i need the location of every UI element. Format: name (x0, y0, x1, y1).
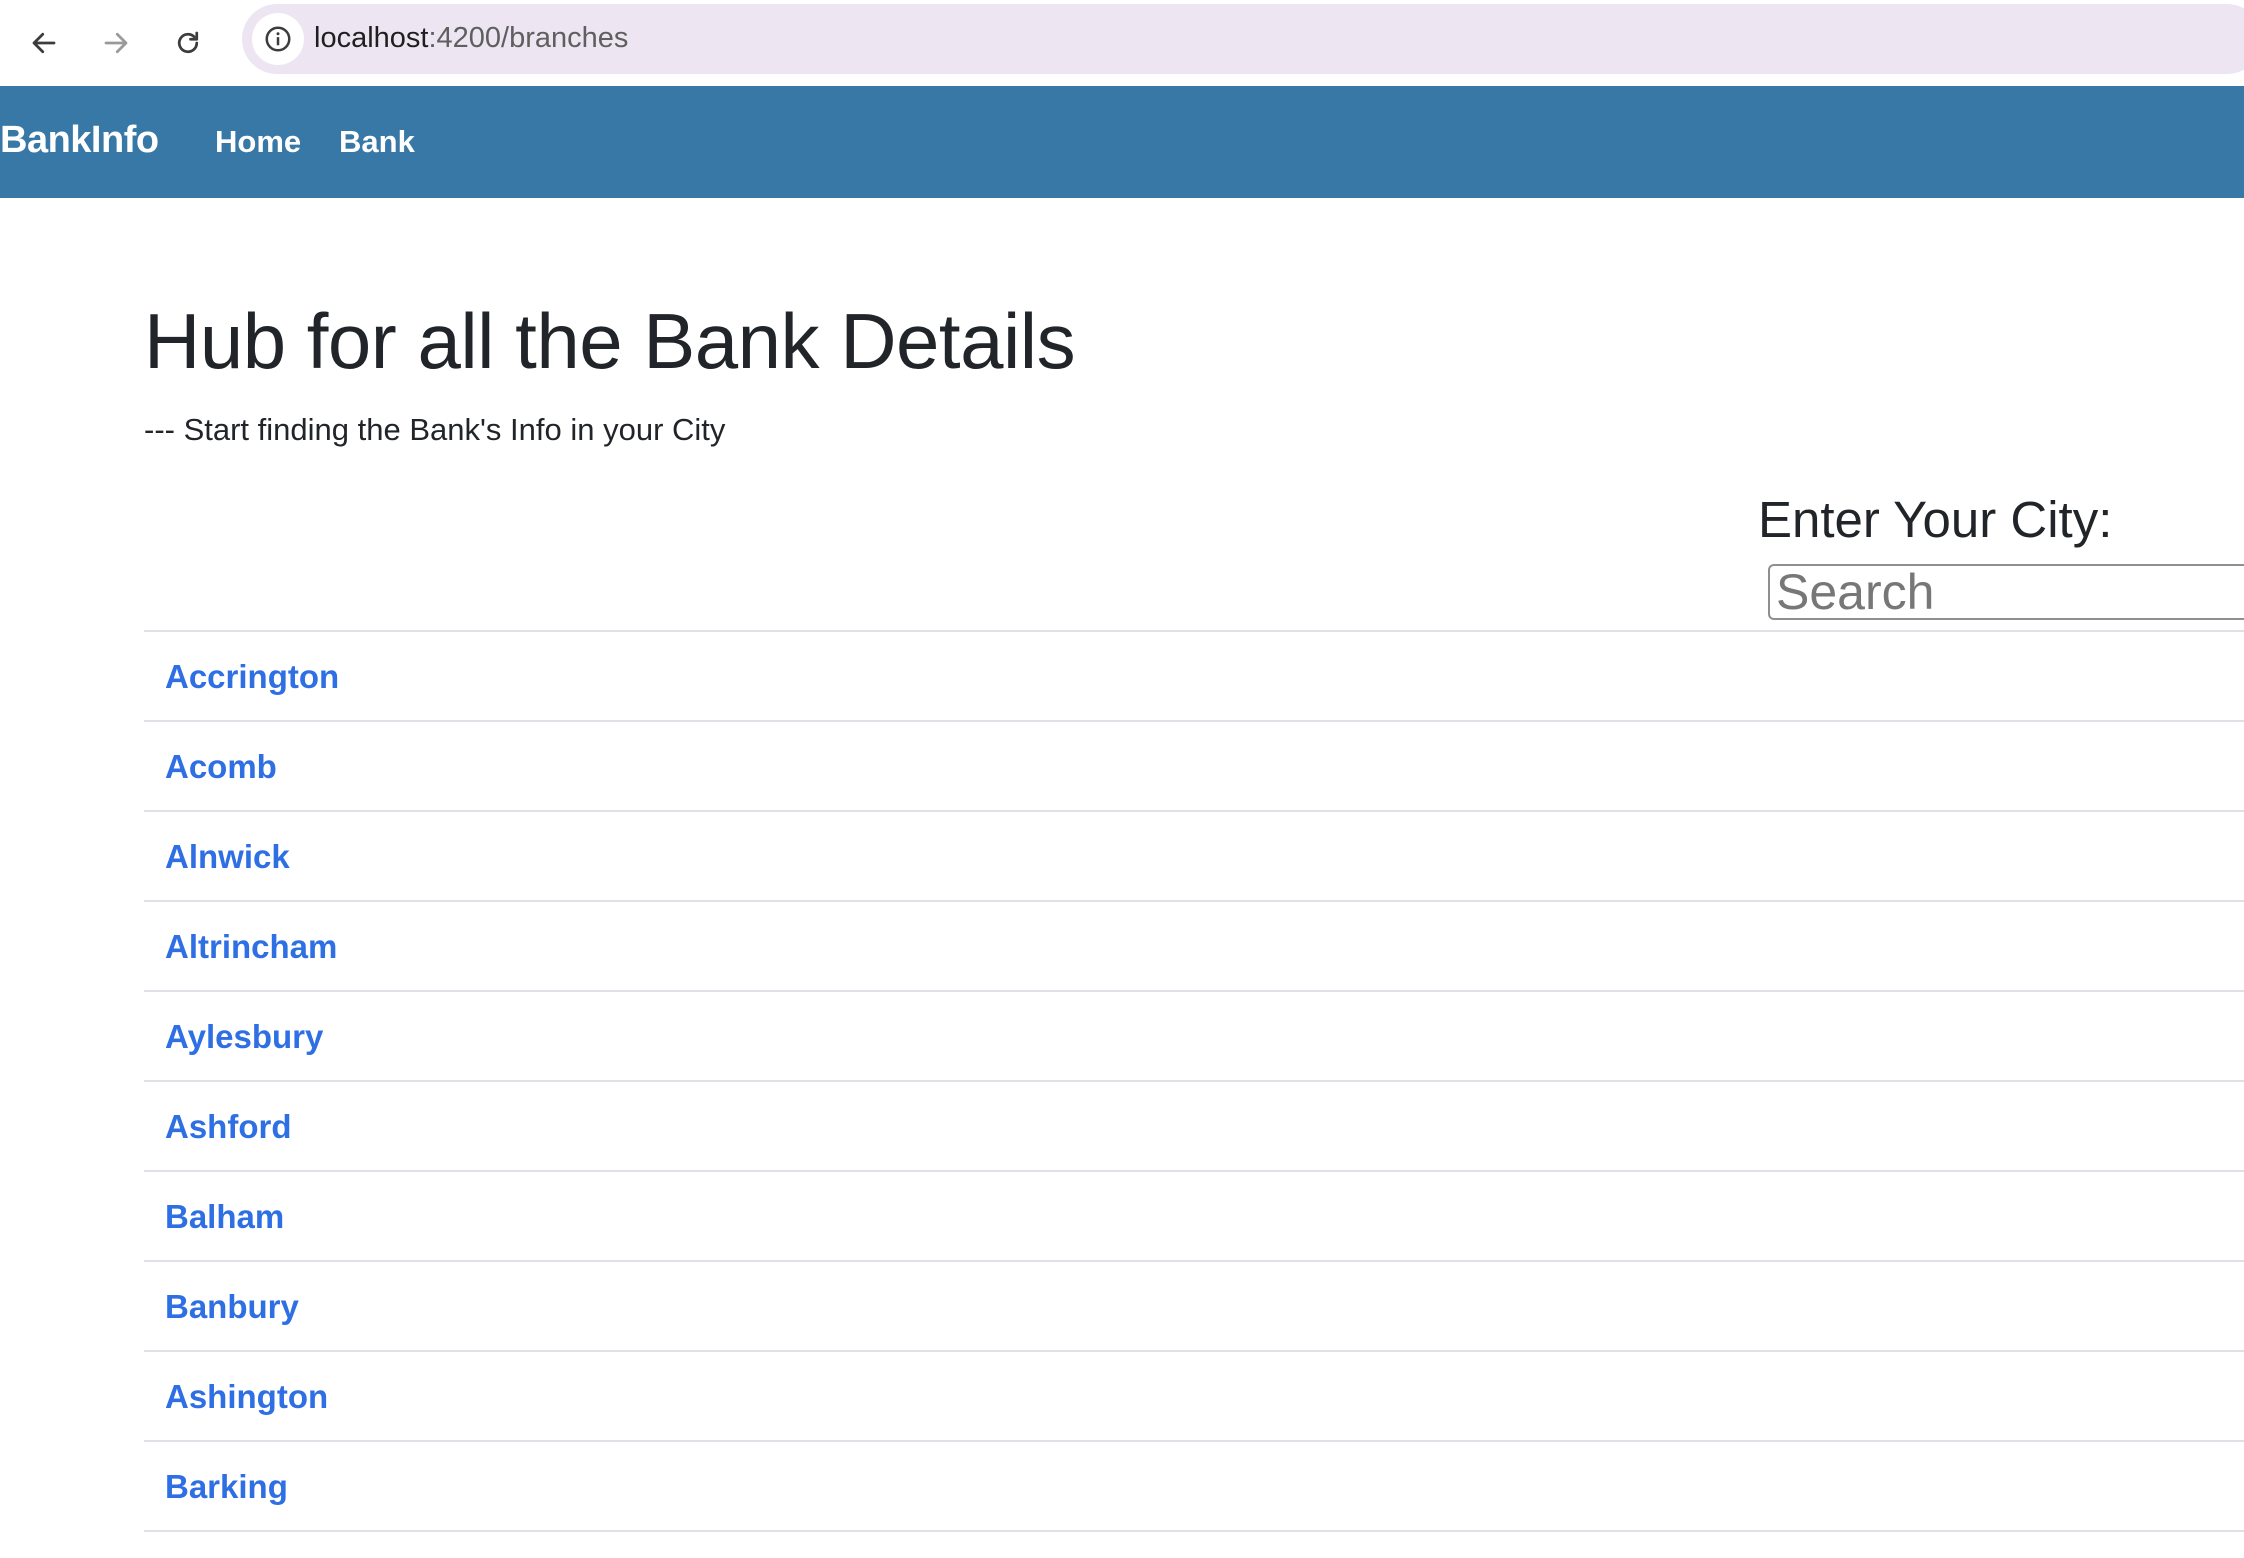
list-item: Banbury (144, 1262, 2244, 1352)
list-item: Acomb (144, 722, 2244, 812)
url-path: :4200/branches (428, 22, 629, 54)
reload-button[interactable] (161, 16, 215, 70)
list-item: Alnwick (144, 812, 2244, 902)
city-link[interactable]: Balham (165, 1198, 284, 1236)
city-search-input[interactable] (1768, 564, 2244, 620)
city-list: Accrington Acomb Alnwick Altrincham Ayle… (144, 630, 2244, 1532)
arrow-right-icon (104, 32, 128, 54)
browser-toolbar: localhost:4200/branches (0, 0, 2244, 86)
city-link[interactable]: Alnwick (165, 838, 290, 876)
info-icon (265, 26, 291, 52)
nav-link-bank[interactable]: Bank (339, 124, 415, 160)
city-link[interactable]: Banbury (165, 1288, 299, 1326)
nav-link-home[interactable]: Home (215, 124, 301, 160)
search-label: Enter Your City: (1758, 491, 2113, 548)
city-link[interactable]: Acomb (165, 748, 277, 786)
back-button[interactable] (17, 16, 71, 70)
city-link[interactable]: Aylesbury (165, 1018, 323, 1056)
page-title: Hub for all the Bank Details (144, 297, 1076, 385)
list-item: Aylesbury (144, 992, 2244, 1082)
city-link[interactable]: Accrington (165, 658, 339, 696)
list-item: Accrington (144, 632, 2244, 722)
city-link[interactable]: Altrincham (165, 928, 337, 966)
arrow-left-icon (32, 32, 56, 54)
url-host: localhost (314, 22, 429, 54)
address-bar[interactable]: localhost:4200/branches (242, 4, 2244, 74)
city-link[interactable]: Barking (165, 1468, 288, 1506)
reload-icon (177, 31, 199, 54)
url-text: localhost:4200/branches (314, 22, 628, 55)
list-item: Ashington (144, 1352, 2244, 1442)
list-item: Barking (144, 1442, 2244, 1532)
forward-button[interactable] (89, 16, 143, 70)
city-link[interactable]: Ashington (165, 1378, 328, 1416)
city-link[interactable]: Ashford (165, 1108, 292, 1146)
list-item: Altrincham (144, 902, 2244, 992)
app-navbar: BankInfo Home Bank (0, 86, 2244, 198)
site-info-button[interactable] (252, 13, 304, 65)
list-item: Balham (144, 1172, 2244, 1262)
brand-logo[interactable]: BankInfo (0, 119, 159, 162)
page-subtitle: --- Start finding the Bank's Info in you… (144, 412, 726, 447)
list-item: Ashford (144, 1082, 2244, 1172)
